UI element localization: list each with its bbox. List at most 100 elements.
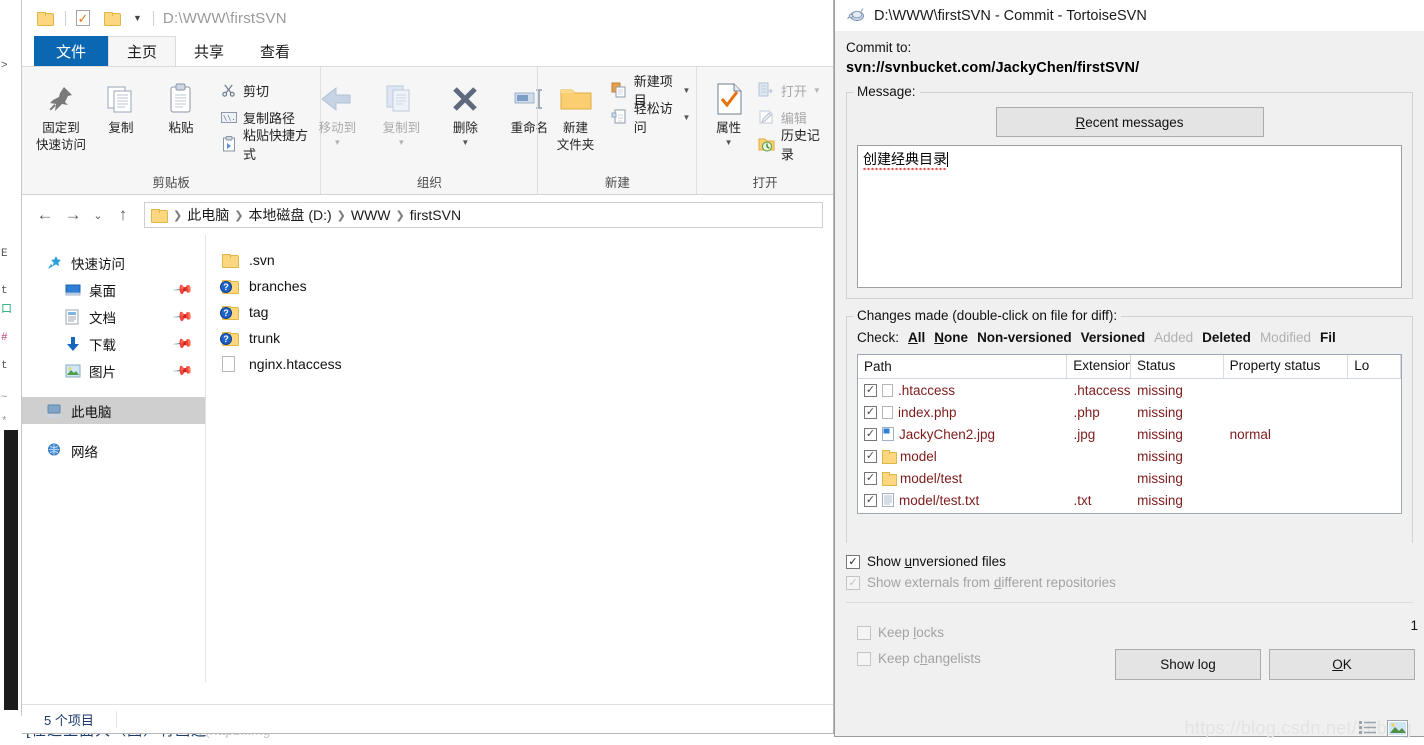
sidebar-item-downloads[interactable]: 下载 📌 <box>22 330 205 357</box>
breadcrumb-item-drive-d[interactable]: 本地磁盘 (D:) <box>248 205 331 225</box>
chevron-down-icon[interactable]: ▼ <box>133 13 142 23</box>
copy-to-label: 复制到 <box>382 121 421 135</box>
folder-icon <box>882 471 897 486</box>
easy-access-label: 轻松访问 <box>633 101 673 135</box>
recent-locations-button[interactable]: ⌄ <box>88 202 108 228</box>
history-button[interactable]: 历史记录 <box>756 128 829 162</box>
breadcrumb-item-www[interactable]: WWW <box>351 207 391 223</box>
table-row[interactable]: ✓ model/test missing <box>858 467 1401 489</box>
row-checkbox[interactable]: ✓ <box>864 383 877 397</box>
thumbnail-view-icon[interactable] <box>1387 720 1408 737</box>
checkbox-icon[interactable]: ✓ <box>846 554 860 569</box>
ribbon-group-organize: 移动到 ▼ 复制到 ▼ 删除 ▼ 重命名 组织 <box>319 67 548 194</box>
list-item[interactable]: ? tag <box>206 299 833 325</box>
column-header-lock[interactable]: Lo <box>1348 355 1401 378</box>
table-row[interactable]: ✓branches non-versioned <box>858 511 1401 513</box>
chevron-down-icon[interactable]: ▼ <box>813 86 821 95</box>
breadcrumb-separator: ❯ <box>395 209 405 222</box>
column-header-status[interactable]: Status <box>1131 355 1224 378</box>
column-header-extension[interactable]: Extension <box>1067 355 1132 378</box>
pin-icon[interactable]: 📌 <box>172 305 194 328</box>
pin-icon[interactable]: 📌 <box>172 278 194 301</box>
check-files-link[interactable]: Fil <box>1320 330 1336 345</box>
ok-button[interactable]: OK <box>1269 649 1415 680</box>
check-versioned-link[interactable]: Versioned <box>1081 330 1146 345</box>
properties-button[interactable]: 属性 ▼ <box>707 75 750 147</box>
check-non-versioned-link[interactable]: Non-versioned <box>977 330 1072 345</box>
show-unversioned-files-checkbox[interactable]: ✓ Show unversioned files <box>846 551 1413 572</box>
properties-label: 属性 <box>716 121 742 135</box>
properties-check-icon[interactable]: ✓ <box>76 9 94 27</box>
row-property-status: normal <box>1229 426 1271 442</box>
folder-icon[interactable] <box>104 9 122 27</box>
file-name: branches <box>249 278 307 294</box>
column-header-property-status[interactable]: Property status <box>1224 355 1349 378</box>
pin-icon[interactable]: 📌 <box>172 359 194 382</box>
divider <box>65 10 66 26</box>
forward-button[interactable]: → <box>60 202 86 228</box>
sidebar-item-pictures[interactable]: 图片 📌 <box>22 357 205 384</box>
sidebar-item-network[interactable]: 网络 <box>22 437 205 464</box>
sidebar-item-this-pc[interactable]: 此电脑 <box>22 397 205 424</box>
chevron-down-icon[interactable]: ▼ <box>333 138 341 147</box>
history-icon <box>758 136 775 153</box>
new-folder-button[interactable]: 新建 文件夹 <box>550 75 600 153</box>
delete-button[interactable]: 删除 ▼ <box>434 75 496 147</box>
row-checkbox[interactable]: ✓ <box>864 471 877 485</box>
chevron-down-icon[interactable]: ▼ <box>725 138 733 147</box>
check-deleted-link[interactable]: Deleted <box>1202 330 1251 345</box>
row-checkbox[interactable]: ✓ <box>864 405 877 419</box>
table-row[interactable]: ✓ index.php .php missing <box>858 401 1401 423</box>
chevron-down-icon[interactable]: ▼ <box>461 138 469 147</box>
sidebar-item-desktop[interactable]: 桌面 📌 <box>22 276 205 303</box>
chevron-down-icon[interactable]: ▼ <box>397 138 405 147</box>
pin-icon[interactable]: 📌 <box>172 332 194 355</box>
list-item[interactable]: ? branches <box>206 273 833 299</box>
commit-message-input[interactable]: 创建经典目录 <box>857 145 1402 288</box>
back-button[interactable]: ← <box>32 202 58 228</box>
easy-access-button[interactable]: 轻松访问 ▼ <box>609 101 693 135</box>
chevron-down-icon[interactable]: ▼ <box>682 113 690 122</box>
copy-button[interactable]: 复制 <box>92 75 150 136</box>
list-item[interactable]: nginx.htaccess <box>206 351 833 377</box>
table-row[interactable]: ✓ .htaccess .htaccess missing <box>858 379 1401 401</box>
open-button[interactable]: 打开 ▼ <box>756 79 829 101</box>
breadcrumb-item-firstsvn[interactable]: firstSVN <box>410 207 461 223</box>
changes-table[interactable]: Path Extension Status Property status Lo… <box>857 354 1402 514</box>
sidebar-item-quick-access[interactable]: 快速访问 <box>22 249 205 276</box>
row-checkbox[interactable]: ✓ <box>864 449 877 463</box>
breadcrumb-item-this-pc[interactable]: 此电脑 <box>187 205 229 225</box>
list-view-icon[interactable] <box>1359 720 1378 737</box>
sidebar-item-documents[interactable]: 文档 📌 <box>22 303 205 330</box>
up-button[interactable]: ↑ <box>110 202 136 228</box>
table-row[interactable]: ✓ model missing <box>858 445 1401 467</box>
row-checkbox[interactable]: ✓ <box>864 493 877 507</box>
ribbon-group-new: 新建 文件夹 新建项目 ▼ 轻松访问 ▼ 新建 <box>537 67 696 194</box>
delete-x-icon <box>450 79 480 119</box>
pin-to-quick-access-button[interactable]: 固定到 快速访问 <box>32 75 90 153</box>
move-to-button[interactable]: 移动到 ▼ <box>306 75 368 147</box>
row-checkbox[interactable]: ✓ <box>864 427 877 441</box>
tab-view[interactable]: 查看 <box>242 36 308 66</box>
show-externals-checkbox: ✓ Show externals from different reposito… <box>846 572 1413 593</box>
check-none-link[interactable]: None <box>934 330 968 345</box>
list-item[interactable]: .svn <box>206 247 833 273</box>
folder-icon[interactable] <box>37 9 55 27</box>
tab-home[interactable]: 主页 <box>108 36 177 66</box>
paste-button[interactable]: 粘贴 <box>152 75 210 136</box>
show-log-button[interactable]: Show lo g <box>1115 649 1261 680</box>
breadcrumb[interactable]: ❯ 此电脑 ❯ 本地磁盘 (D:) ❯ WWW ❯ firstSVN <box>144 202 823 228</box>
copy-to-button[interactable]: 复制到 ▼ <box>370 75 432 147</box>
check-all-link[interactable]: All <box>908 330 925 345</box>
table-row[interactable]: ✓ JackyChen2.jpg .jpg missing normal <box>858 423 1401 445</box>
row-path: JackyChen2.jpg <box>899 426 996 442</box>
recent-messages-button[interactable]: Recent messages <box>995 107 1264 137</box>
list-item[interactable]: ? trunk <box>206 325 833 351</box>
column-header-path[interactable]: Path <box>858 355 1068 378</box>
text-cursor <box>947 152 948 167</box>
chevron-down-icon[interactable]: ▼ <box>682 86 690 95</box>
folder-icon: ? <box>220 330 239 347</box>
table-row[interactable]: ✓ model/test.txt .txt missing <box>858 489 1401 511</box>
tab-file[interactable]: 文件 <box>34 36 109 66</box>
tab-share[interactable]: 共享 <box>176 36 242 66</box>
